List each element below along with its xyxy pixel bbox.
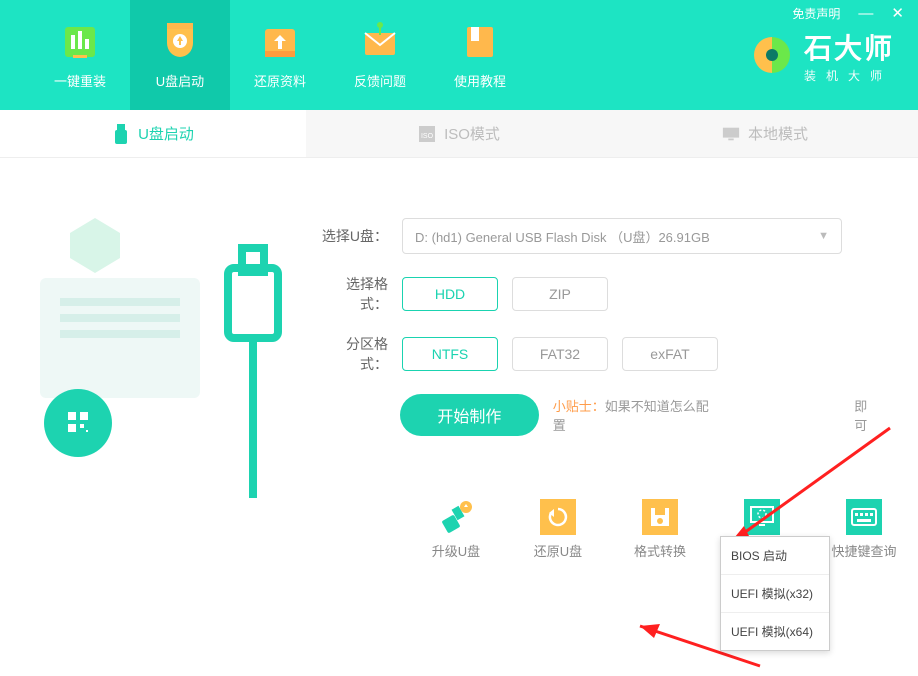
minimize-button[interactable]: —	[858, 6, 873, 21]
tool-format-convert[interactable]: 格式转换	[624, 499, 696, 560]
disclaimer-link[interactable]: 免责声明	[792, 5, 840, 22]
popup-bios[interactable]: BIOS 启动	[721, 537, 829, 575]
tip-text: 小贴士：如果不知道怎么配置	[553, 396, 721, 434]
nav-label: 使用教程	[454, 71, 506, 90]
illustration	[30, 198, 300, 498]
close-button[interactable]: ✕	[891, 6, 904, 21]
content-area: 选择U盘： D: (hd1) General USB Flash Disk （U…	[0, 158, 918, 578]
usb-up-icon	[438, 499, 474, 535]
tab-local-mode[interactable]: 本地模式	[612, 110, 918, 157]
nav-usb-boot[interactable]: U盘启动	[130, 0, 230, 110]
disk-icon	[642, 499, 678, 535]
tip-label: 小贴士：	[553, 399, 605, 414]
simulate-boot-popup: BIOS 启动 UEFI 模拟(x32) UEFI 模拟(x64)	[720, 536, 830, 651]
popup-uefi64[interactable]: UEFI 模拟(x64)	[721, 613, 829, 650]
nav-tutorial[interactable]: 使用教程	[430, 0, 530, 110]
nav-one-key-reinstall[interactable]: 一键重装	[30, 0, 130, 110]
top-bar: 免责声明 — ✕ 一键重装 U盘启动 还原资料 反馈问题 使用教程	[0, 0, 918, 110]
popup-uefi32[interactable]: UEFI 模拟(x32)	[721, 575, 829, 613]
tab-usb-boot[interactable]: U盘启动	[0, 110, 306, 157]
restore-icon	[540, 499, 576, 535]
select-disk-label: 选择U盘：	[320, 226, 388, 246]
brand-logo-icon	[750, 33, 794, 77]
tool-label: 还原U盘	[534, 541, 582, 560]
chevron-down-icon: ▼	[818, 230, 829, 242]
envelope-icon	[359, 21, 401, 63]
partition-fat32-option[interactable]: FAT32	[512, 337, 608, 371]
select-disk-dropdown[interactable]: D: (hd1) General USB Flash Disk （U盘）26.9…	[402, 218, 842, 254]
tool-label: 升级U盘	[432, 541, 480, 560]
tab-label: ISO模式	[444, 123, 500, 144]
tab-label: 本地模式	[748, 123, 808, 144]
format-zip-option[interactable]: ZIP	[512, 277, 608, 311]
nav-label: 反馈问题	[354, 71, 406, 90]
nav-label: U盘启动	[156, 71, 204, 90]
partition-exfat-option[interactable]: exFAT	[622, 337, 718, 371]
select-disk-value: D: (hd1) General USB Flash Disk （U盘）26.9…	[415, 227, 710, 246]
nav-restore-data[interactable]: 还原资料	[230, 0, 330, 110]
book-icon	[459, 21, 501, 63]
title-bar: 免责声明 — ✕	[792, 0, 918, 26]
select-format-label: 选择格式：	[320, 274, 388, 314]
tool-label: 格式转换	[634, 541, 686, 560]
brand-sub: 装机大师	[804, 67, 894, 84]
sub-tabs: U盘启动 ISO ISO模式 本地模式	[0, 110, 918, 158]
tab-label: U盘启动	[138, 123, 194, 144]
upload-box-icon	[259, 21, 301, 63]
nav-label: 还原资料	[254, 71, 306, 90]
start-make-button[interactable]: 开始制作	[400, 394, 539, 436]
brand-name: 石大师	[804, 27, 894, 67]
usb-icon	[112, 125, 130, 143]
monitor-icon	[722, 125, 740, 143]
tool-upgrade-usb[interactable]: 升级U盘	[420, 499, 492, 560]
tab-iso-mode[interactable]: ISO ISO模式	[306, 110, 612, 157]
partition-label: 分区格式：	[320, 334, 388, 374]
iso-icon: ISO	[418, 125, 436, 143]
format-hdd-option[interactable]: HDD	[402, 277, 498, 311]
shield-icon	[159, 21, 201, 63]
svg-text:ISO: ISO	[421, 133, 434, 140]
bar-chart-icon	[59, 21, 101, 63]
nav-label: 一键重装	[54, 71, 106, 90]
partition-ntfs-option[interactable]: NTFS	[402, 337, 498, 371]
tool-restore-usb[interactable]: 还原U盘	[522, 499, 594, 560]
nav-feedback[interactable]: 反馈问题	[330, 0, 430, 110]
